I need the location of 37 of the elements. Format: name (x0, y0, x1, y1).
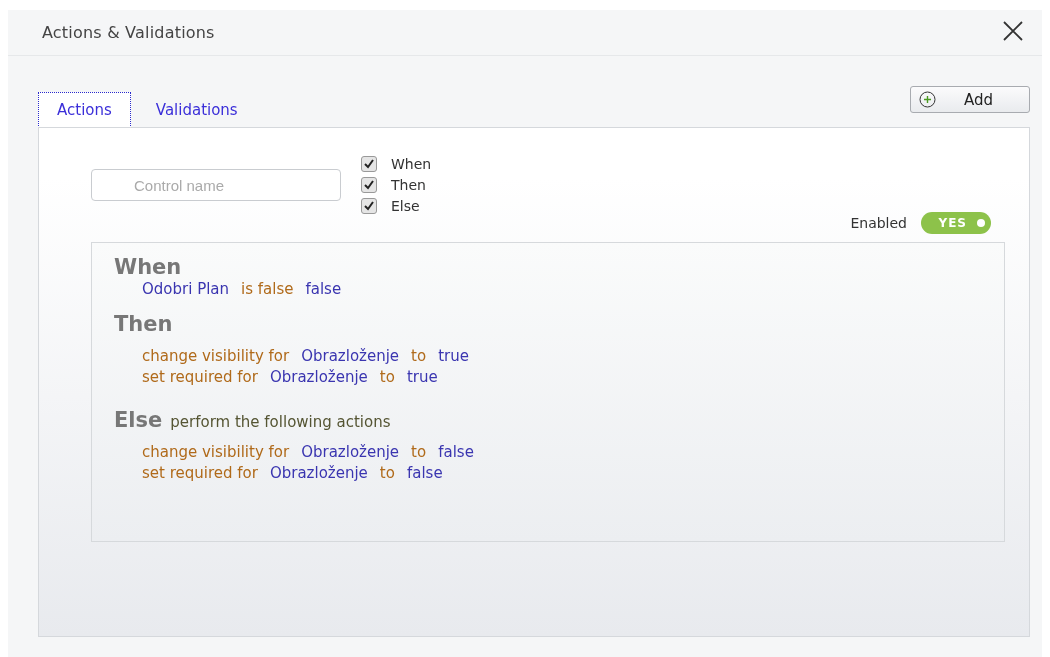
control-name-field[interactable]: Control name (91, 169, 341, 201)
rule-keyword: set required for (142, 463, 258, 484)
rule-value: false (438, 442, 474, 463)
checkbox[interactable] (361, 177, 377, 193)
rule-value: Obrazloženje (269, 463, 368, 484)
rule-keyword: change visibility for (142, 346, 290, 367)
rule-value: Obrazloženje (301, 346, 400, 367)
rule-keyword: set required for (142, 367, 258, 388)
rule-value: true (438, 346, 469, 367)
rule-keyword: change visibility for (142, 442, 290, 463)
rule-keyword: to (379, 367, 395, 388)
checkbox-label: Then (391, 177, 426, 193)
tab[interactable]: Validations (136, 92, 257, 128)
rule-keyword: to (411, 346, 427, 367)
checkbox-label: When (391, 156, 432, 172)
section-heading: Else (114, 408, 163, 432)
tab[interactable]: Actions (38, 92, 131, 128)
close-icon (1002, 19, 1024, 42)
rule-keyword: to (379, 463, 395, 484)
checkbox[interactable] (361, 156, 377, 172)
rule-value: false (406, 463, 443, 484)
rule-keyword: to (411, 442, 427, 463)
enabled-label: Enabled (850, 215, 907, 231)
plus-circle-icon (919, 91, 936, 108)
rule-keyword: is false (241, 279, 294, 300)
rule-value: true (406, 367, 438, 388)
rule-value: Obrazloženje (301, 442, 400, 463)
checkbox-label: Else (391, 198, 420, 214)
section-note: perform the following actions (170, 413, 391, 431)
rule-value: Obrazloženje (269, 367, 368, 388)
add-button[interactable]: Add (910, 86, 1030, 113)
rule-value: Odobri Plan (142, 279, 230, 300)
section-heading: Then (114, 312, 173, 336)
checkbox[interactable] (361, 198, 377, 214)
section-heading: When (114, 255, 182, 279)
rule-value: false (305, 279, 342, 300)
dialog-title: Actions & Validations (42, 23, 215, 42)
